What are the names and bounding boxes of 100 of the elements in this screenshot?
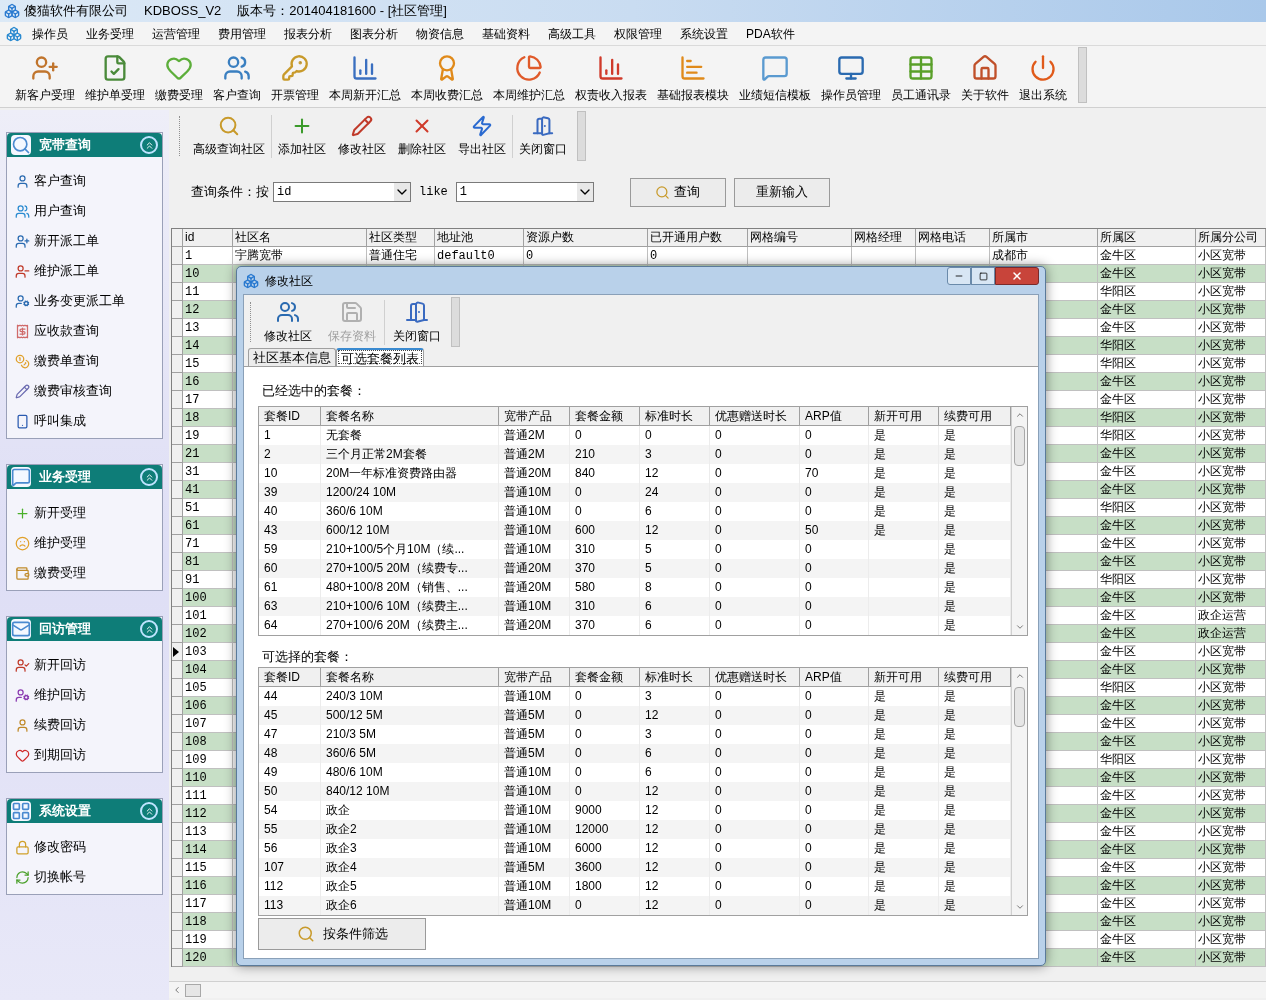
sidebar-item[interactable]: 缴费审核查询 — [34, 381, 112, 401]
scroll-down-icon[interactable] — [1014, 622, 1025, 632]
reset-button[interactable]: 重新输入 — [733, 177, 830, 207]
column-header[interactable]: ARP值 — [800, 668, 869, 686]
column-header[interactable]: 标准时长 — [640, 668, 710, 686]
menu-item[interactable]: 高级工具 — [540, 24, 604, 43]
column-header[interactable]: 新开可用 — [869, 668, 939, 686]
scrollbar[interactable] — [1011, 407, 1027, 635]
sidebar-item[interactable]: 修改密码 — [34, 837, 86, 857]
toolbar-button[interactable]: 删除社区 — [392, 114, 452, 158]
tab[interactable]: 社区基本信息 — [248, 348, 336, 366]
column-header[interactable]: 套餐ID — [259, 668, 321, 686]
close-button[interactable] — [995, 267, 1039, 285]
scroll-down-icon[interactable] — [1014, 902, 1025, 912]
column-header[interactable]: 套餐ID — [259, 407, 321, 425]
column-header[interactable]: 优惠赠送时长 — [710, 668, 800, 686]
toolbar-button[interactable]: 添加社区 — [271, 114, 332, 158]
scroll-up-icon[interactable] — [1014, 410, 1025, 420]
sidebar-item[interactable]: 业务变更派工单 — [34, 291, 125, 311]
toolbar-button[interactable]: 权责收入报表 — [570, 54, 652, 104]
scroll-up-icon[interactable] — [1014, 671, 1025, 681]
sidebar-item[interactable]: 新开回访 — [34, 655, 86, 675]
toolbar-button[interactable]: 修改社区 — [256, 299, 320, 345]
menu-item[interactable]: 费用管理 — [210, 24, 274, 43]
sidebar-item[interactable]: 切换帐号 — [34, 867, 86, 887]
toolbar-button[interactable]: 业绩短信模板 — [734, 54, 816, 104]
toolbar-button[interactable]: 关闭窗口 — [512, 114, 573, 158]
sidebar-group-header[interactable]: 系统设置 — [7, 799, 162, 823]
sidebar-group-header[interactable]: 业务受理 — [7, 465, 162, 489]
sidebar-item[interactable]: 应收款查询 — [34, 321, 99, 341]
collapse-icon[interactable] — [140, 620, 158, 638]
collapse-icon[interactable] — [140, 468, 158, 486]
value-select[interactable]: 1 — [455, 182, 594, 202]
menu-item[interactable]: PDA软件 — [738, 24, 803, 43]
menu-item[interactable]: 物资信息 — [408, 24, 472, 43]
collapse-icon[interactable] — [140, 802, 158, 820]
menu-item[interactable]: 系统设置 — [672, 24, 736, 43]
scroll-thumb[interactable] — [185, 983, 201, 997]
menu-item[interactable]: 图表分析 — [342, 24, 406, 43]
minimize-button[interactable] — [947, 267, 971, 285]
menu-item[interactable]: 业务受理 — [78, 24, 142, 43]
column-header[interactable]: 优惠赠送时长 — [710, 407, 800, 425]
column-header[interactable]: 宽带产品 — [499, 668, 570, 686]
toolbar-button[interactable]: 导出社区 — [452, 114, 512, 158]
sidebar-item[interactable]: 维护派工单 — [34, 261, 99, 281]
sidebar-item[interactable]: 缴费受理 — [34, 563, 86, 583]
toolbar-grip[interactable] — [451, 297, 460, 347]
column-header[interactable]: 宽带产品 — [499, 407, 570, 425]
maximize-button[interactable] — [971, 267, 995, 285]
toolbar-button[interactable]: 关闭窗口 — [384, 299, 449, 345]
toolbar-button[interactable]: 维护单受理 — [80, 54, 150, 104]
sidebar-item[interactable]: 客户查询 — [34, 171, 86, 191]
filter-button[interactable]: 按条件筛选 — [258, 918, 426, 950]
sidebar-item[interactable]: 新开派工单 — [34, 231, 99, 251]
sidebar-group-header[interactable]: 宽带查询 — [7, 133, 162, 157]
scroll-left-icon[interactable] — [172, 985, 182, 995]
scroll-thumb[interactable] — [1014, 687, 1025, 727]
toolbar-button[interactable]: 本周收费汇总 — [406, 54, 488, 104]
toolbar-button[interactable]: 本周维护汇总 — [488, 54, 570, 104]
field-select[interactable]: id — [273, 182, 411, 202]
scrollbar[interactable] — [1011, 668, 1027, 915]
toolbar-button[interactable]: 缴费受理 — [150, 54, 208, 104]
toolbar-grip[interactable] — [1078, 47, 1087, 103]
menu-item[interactable]: 运营管理 — [144, 24, 208, 43]
horizontal-scrollbar[interactable] — [169, 981, 1266, 998]
sidebar-item[interactable]: 维护受理 — [34, 533, 86, 553]
column-header[interactable]: 套餐金额 — [570, 668, 640, 686]
toolbar-grip[interactable] — [577, 111, 586, 161]
column-header[interactable]: 新开可用 — [869, 407, 939, 425]
sidebar-item[interactable]: 缴费单查询 — [34, 351, 99, 371]
toolbar-button[interactable]: 本周新开汇总 — [324, 54, 406, 104]
column-header[interactable]: ARP值 — [800, 407, 869, 425]
menu-item[interactable]: 操作员 — [24, 24, 76, 43]
search-button[interactable]: 查询 — [629, 177, 726, 207]
menu-item[interactable]: 权限管理 — [606, 24, 670, 43]
column-header[interactable]: 套餐金额 — [570, 407, 640, 425]
column-header[interactable]: 标准时长 — [640, 407, 710, 425]
toolbar-button[interactable]: 退出系统 — [1014, 54, 1072, 104]
toolbar-button[interactable]: 操作员管理 — [816, 54, 886, 104]
sidebar-item[interactable]: 维护回访 — [34, 685, 86, 705]
scroll-thumb[interactable] — [1014, 426, 1025, 466]
sidebar-item[interactable]: 续费回访 — [34, 715, 86, 735]
toolbar-button[interactable]: 修改社区 — [332, 114, 392, 158]
toolbar-button[interactable]: 开票管理 — [266, 54, 324, 104]
toolbar-button[interactable]: 关于软件 — [956, 54, 1014, 104]
toolbar-button[interactable]: 高级查询社区 — [187, 114, 271, 158]
column-header[interactable]: 套餐名称 — [321, 407, 499, 425]
toolbar-button[interactable]: 员工通讯录 — [886, 54, 956, 104]
sidebar-item[interactable]: 到期回访 — [34, 745, 86, 765]
sidebar-item[interactable]: 用户查询 — [34, 201, 86, 221]
sidebar-item[interactable]: 呼叫集成 — [34, 411, 86, 431]
row-header[interactable] — [172, 643, 183, 661]
menu-item[interactable]: 报表分析 — [276, 24, 340, 43]
sidebar-item[interactable]: 新开受理 — [34, 503, 86, 523]
toolbar-button[interactable]: 客户查询 — [208, 54, 266, 104]
toolbar-button[interactable]: 新客户受理 — [10, 54, 80, 104]
column-header[interactable]: 套餐名称 — [321, 668, 499, 686]
toolbar-button[interactable]: 基础报表模块 — [652, 54, 734, 104]
sidebar-group-header[interactable]: 回访管理 — [7, 617, 162, 641]
menu-item[interactable]: 基础资料 — [474, 24, 538, 43]
